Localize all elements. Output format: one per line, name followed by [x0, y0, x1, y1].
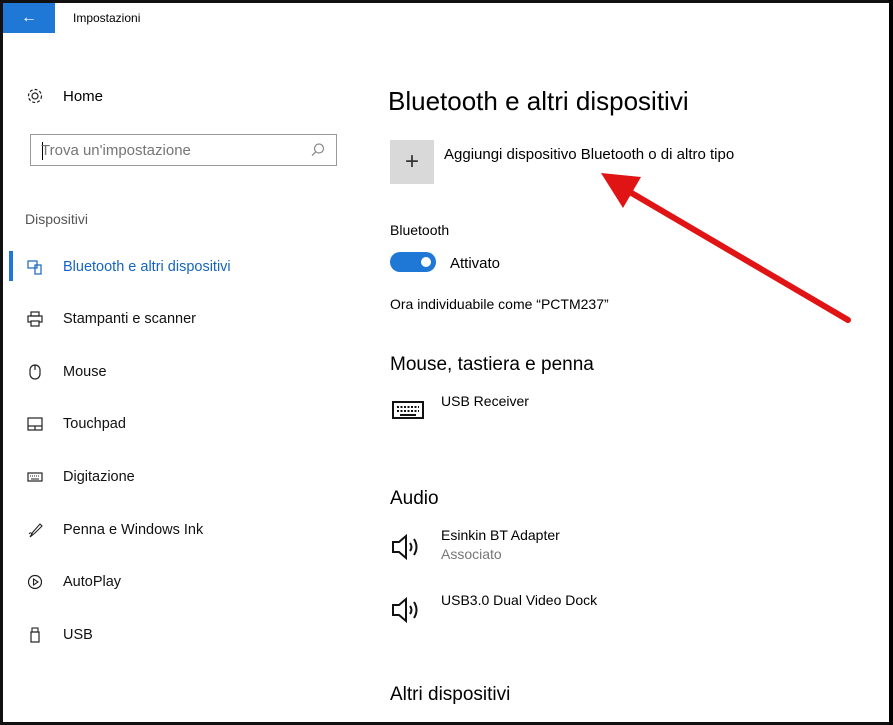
speaker-icon	[390, 593, 426, 627]
gear-icon	[25, 86, 45, 106]
sidebar-item-label: Stampanti e scanner	[63, 311, 196, 327]
device-usb-receiver[interactable]: USB Receiver	[441, 393, 529, 409]
sidebar-item-bluetooth[interactable]: Bluetooth e altri dispositivi	[25, 255, 231, 279]
speaker-icon	[390, 530, 426, 564]
back-button[interactable]: ←	[3, 3, 55, 33]
sidebar-item-label: Digitazione	[63, 469, 135, 485]
sidebar-item-typing[interactable]: Digitazione	[25, 465, 135, 489]
arrow-left-icon: ←	[21, 9, 37, 26]
sidebar-item-label: Penna e Windows Ink	[63, 522, 204, 538]
sidebar-item-printers[interactable]: Stampanti e scanner	[25, 307, 196, 331]
sidebar-item-touchpad[interactable]: Touchpad	[25, 412, 126, 436]
group-title-input: Mouse, tastiera e penna	[390, 354, 594, 375]
bluetooth-toggle[interactable]	[390, 252, 436, 272]
group-title-other: Altri dispositivi	[390, 684, 511, 705]
settings-window: ← Impostazioni Home Dispositivi Bluetoot…	[0, 0, 893, 725]
sidebar-item-mouse[interactable]: Mouse	[25, 360, 107, 384]
discoverable-text: Ora individuabile come “PCTM237”	[390, 296, 609, 312]
search-icon[interactable]	[310, 142, 326, 158]
sidebar-item-pen[interactable]: Penna e Windows Ink	[25, 518, 203, 542]
search-box[interactable]	[30, 134, 337, 166]
bluetooth-label: Bluetooth	[390, 222, 450, 238]
search-input[interactable]	[39, 141, 303, 160]
printer-icon	[25, 309, 45, 329]
toggle-knob	[421, 257, 431, 267]
pen-icon	[25, 520, 45, 540]
usb-icon	[25, 625, 45, 645]
keyboard-icon	[390, 393, 426, 427]
nav-home[interactable]: Home	[25, 86, 103, 106]
keyboard-icon	[25, 467, 45, 487]
sidebar-item-label: Mouse	[63, 364, 107, 380]
sidebar-item-autoplay[interactable]: AutoPlay	[25, 570, 121, 594]
section-heading: Dispositivi	[25, 211, 89, 227]
red-arrow-annotation	[601, 173, 851, 323]
sidebar-item-usb[interactable]: USB	[25, 623, 93, 647]
touchpad-icon	[25, 414, 45, 434]
add-device-label[interactable]: Aggiungi dispositivo Bluetooth o di altr…	[444, 146, 734, 163]
group-title-audio: Audio	[390, 488, 439, 509]
sidebar-item-label: USB	[63, 627, 93, 643]
plus-icon: +	[404, 148, 419, 175]
sidebar-item-label: Bluetooth e altri dispositivi	[63, 259, 231, 275]
sidebar: Home Dispositivi Bluetooth e altri dispo…	[3, 33, 353, 722]
bluetooth-devices-icon	[25, 257, 45, 277]
device-esinkin-bt[interactable]: Esinkin BT Adapter	[441, 527, 560, 543]
toggle-state-label: Attivato	[450, 255, 501, 272]
main-content: Bluetooth e altri dispositivi + Aggiungi…	[388, 3, 888, 722]
device-usb-dock[interactable]: USB3.0 Dual Video Dock	[441, 592, 597, 608]
home-label: Home	[63, 87, 104, 105]
device-status: Associato	[441, 546, 502, 562]
sidebar-item-label: Touchpad	[63, 416, 126, 432]
add-device-button[interactable]: +	[390, 140, 434, 184]
page-title: Bluetooth e altri dispositivi	[388, 86, 689, 116]
mouse-icon	[25, 362, 45, 382]
active-indicator	[9, 251, 13, 281]
window-title: Impostazioni	[73, 11, 141, 25]
window-border	[889, 0, 893, 725]
sidebar-item-label: AutoPlay	[63, 574, 122, 590]
autoplay-icon	[25, 572, 45, 592]
